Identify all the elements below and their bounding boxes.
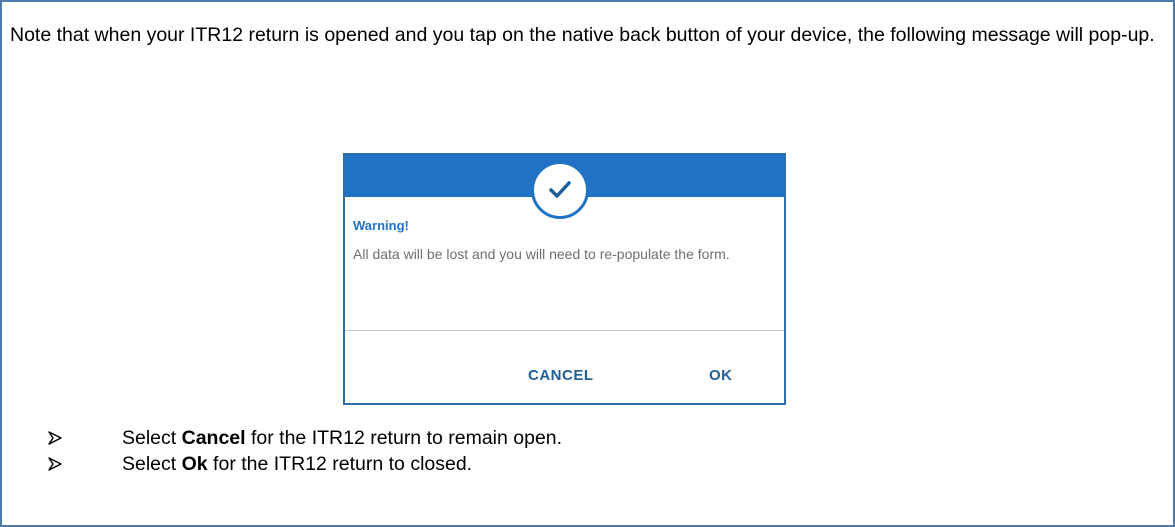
list-item: Select Ok for the ITR12 return to closed… [48,451,562,477]
list-item-keyword: Ok [181,453,208,475]
cancel-button[interactable]: CANCEL [528,367,594,384]
list-item-prefix: Select [122,453,182,475]
dialog-title: Warning! [353,218,409,233]
ok-button[interactable]: OK [709,367,733,384]
list-item-suffix: for the ITR12 return to remain open. [245,427,563,449]
check-icon [531,161,589,219]
list-item-suffix: for the ITR12 return to closed. [207,453,473,475]
intro-paragraph: Note that when your ITR12 return is open… [10,24,1155,46]
list-item-keyword: Cancel [181,427,246,449]
arrow-bullet-icon [48,457,62,471]
list-item: Select Cancel for the ITR12 return to re… [48,425,562,451]
arrow-bullet-icon [48,431,62,445]
instruction-list: Select Cancel for the ITR12 return to re… [48,425,562,477]
list-item-prefix: Select [122,427,182,449]
warning-dialog-screenshot: Warning! All data will be lost and you w… [343,153,786,405]
dialog-divider [345,330,784,331]
dialog-message: All data will be lost and you will need … [353,246,730,262]
